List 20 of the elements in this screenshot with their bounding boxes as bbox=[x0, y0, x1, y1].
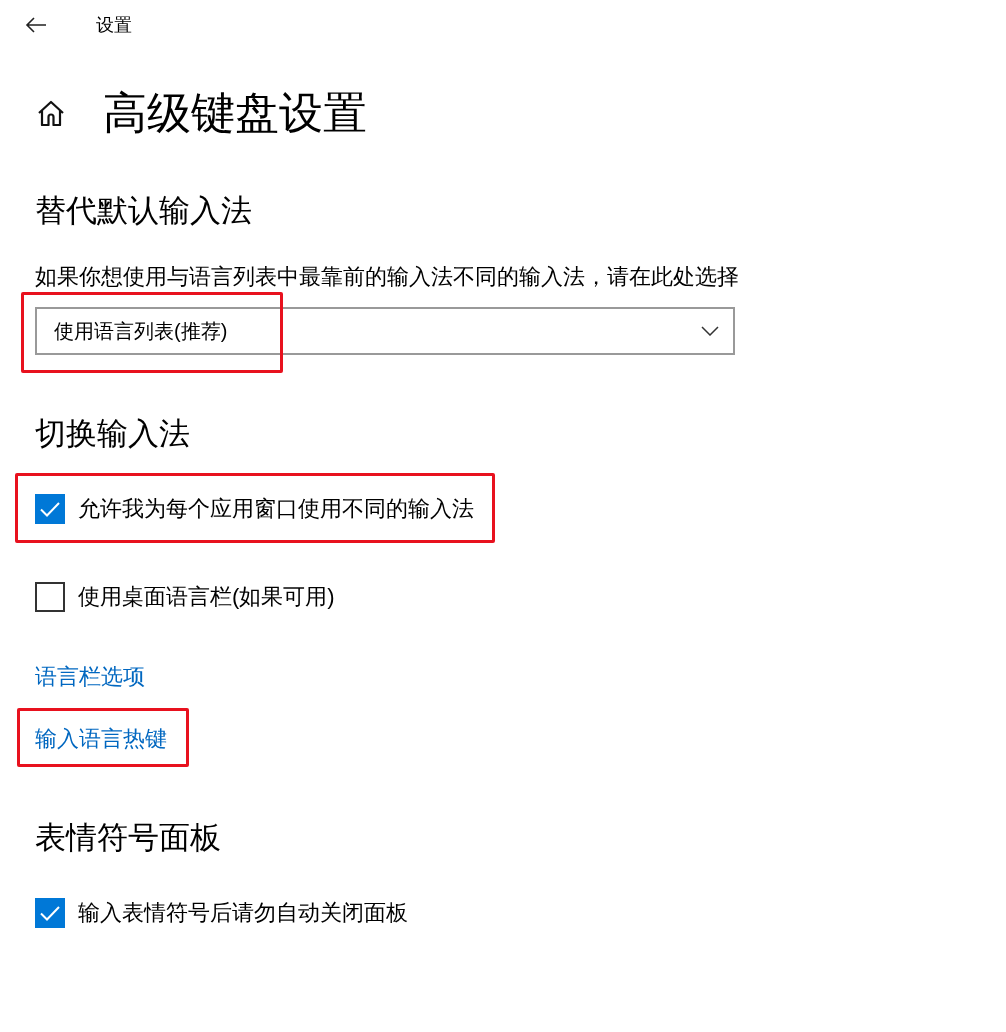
checkbox-label: 允许我为每个应用窗口使用不同的输入法 bbox=[78, 495, 474, 523]
link[interactable]: 语言栏选项 bbox=[35, 663, 145, 691]
page-title: 高级键盘设置 bbox=[103, 87, 367, 139]
section-heading: 表情符号面板 bbox=[35, 819, 222, 857]
dropdown[interactable]: 使用语言列表(推荐) bbox=[35, 307, 735, 355]
checkmark-icon bbox=[40, 501, 60, 517]
arrow-left-icon bbox=[25, 17, 47, 33]
home-icon bbox=[37, 99, 65, 126]
checkbox[interactable] bbox=[35, 494, 65, 524]
checkbox-label: 使用桌面语言栏(如果可用) bbox=[78, 583, 335, 611]
link[interactable]: 输入语言热键 bbox=[35, 725, 167, 753]
checkmark-icon bbox=[40, 905, 60, 921]
checkbox[interactable] bbox=[35, 582, 65, 612]
description-text: 如果你想使用与语言列表中最靠前的输入法不同的输入法，请在此处选择 bbox=[35, 264, 739, 291]
section-heading: 切换输入法 bbox=[35, 415, 191, 453]
window-title: 设置 bbox=[96, 14, 132, 37]
checkbox[interactable] bbox=[35, 898, 65, 928]
checkbox-label: 输入表情符号后请勿自动关闭面板 bbox=[78, 899, 408, 927]
chevron-down-icon bbox=[701, 326, 719, 336]
section-heading: 替代默认输入法 bbox=[35, 192, 253, 230]
